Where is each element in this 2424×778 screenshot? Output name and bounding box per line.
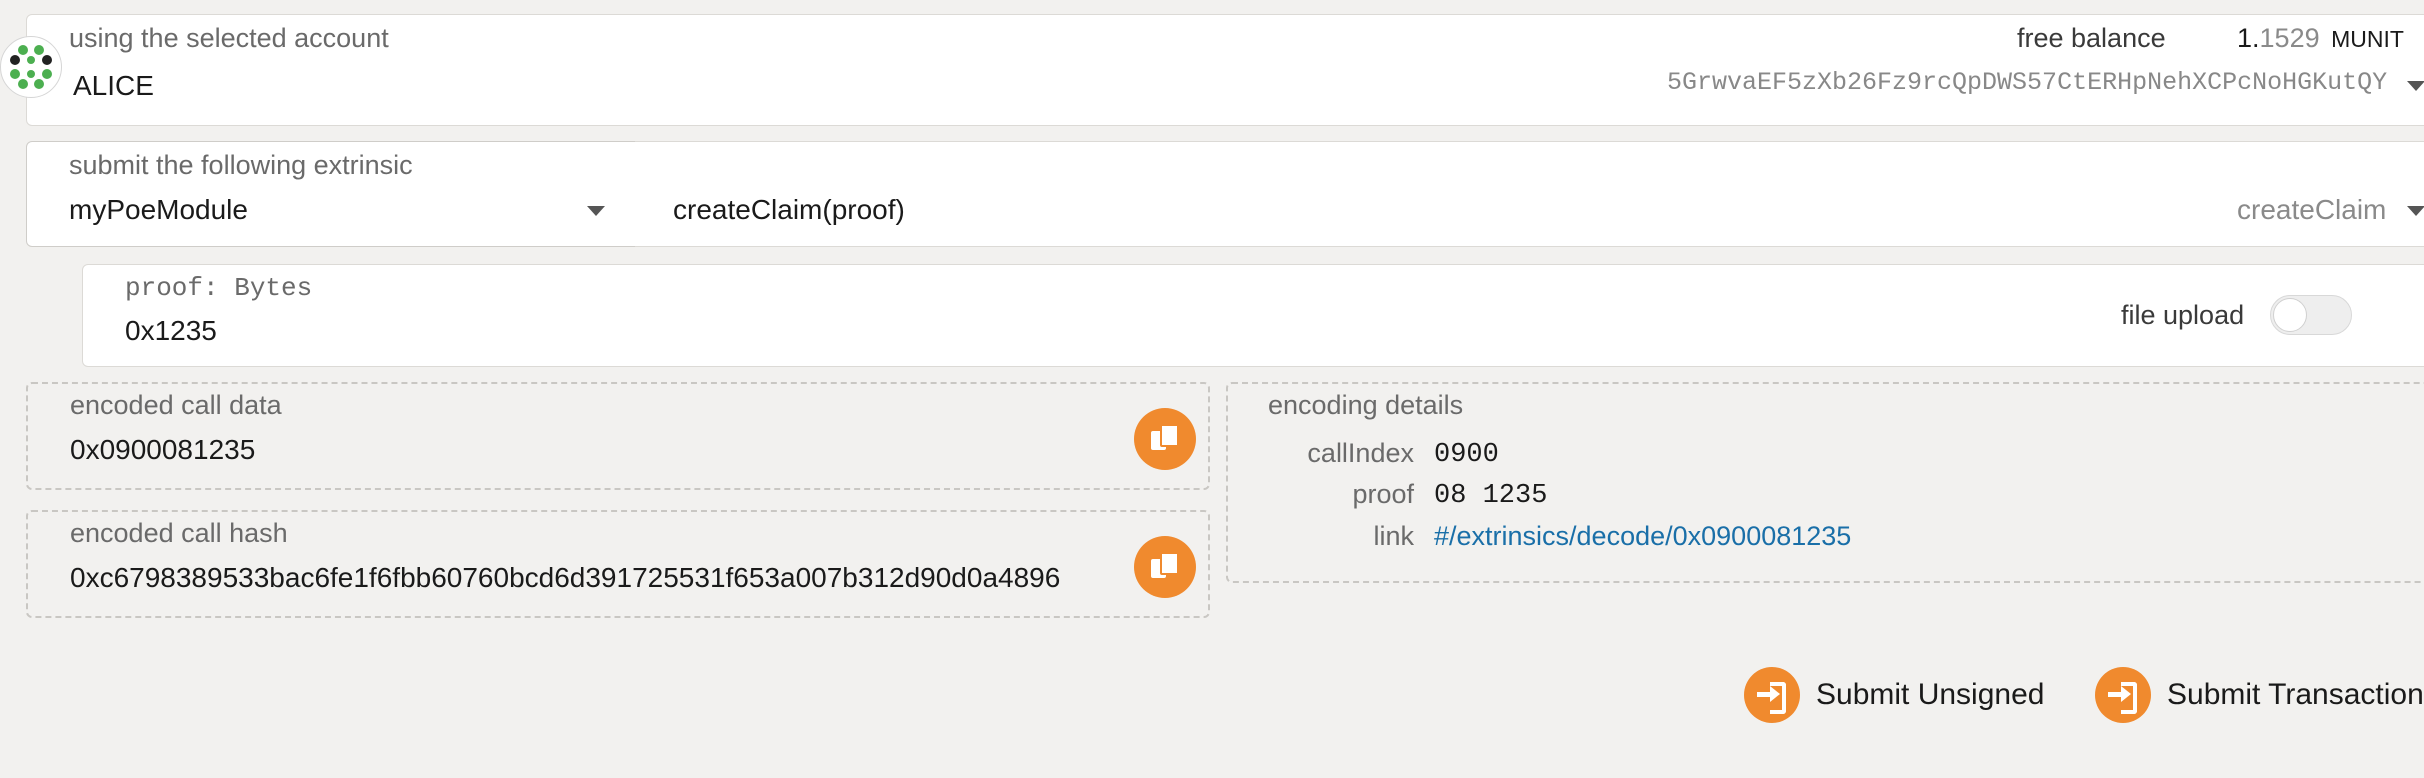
module-value: myPoeModule <box>69 194 248 225</box>
identicon-graphic <box>10 45 52 89</box>
detail-value-proof: 08 1235 <box>1434 481 1548 511</box>
copy-hash-button[interactable] <box>1134 536 1196 598</box>
param-value: 0x1235 <box>125 315 217 346</box>
sign-in-icon <box>1744 667 1800 723</box>
encoded-call-data-value: 0x0900081235 <box>70 434 256 465</box>
encoded-call-hash-value: 0xc6798389533bac6fe1f6fbb60760bcd6d39172… <box>70 562 1061 593</box>
account-chevron-down-icon[interactable] <box>2407 81 2424 91</box>
submit-unsigned-button[interactable]: Submit Unsigned <box>1744 660 2044 730</box>
encoded-call-data: encoded call data 0x0900081235 <box>26 382 1210 490</box>
free-balance-label: free balance <box>2017 23 2166 53</box>
free-balance-value: 1.1529 MUNIT <box>2237 23 2404 53</box>
decode-link[interactable]: #/extrinsics/decode/0x0900081235 <box>1434 521 1851 552</box>
call-chevron-down-icon <box>2407 206 2424 216</box>
submit-transaction-button[interactable]: Submit Transaction <box>2095 660 2424 730</box>
file-upload-toggle[interactable] <box>2270 295 2352 335</box>
encoded-call-data-label: encoded call data <box>70 390 282 420</box>
toggle-knob <box>2273 298 2307 332</box>
extrinsic-module-select[interactable]: submit the following extrinsic myPoeModu… <box>26 141 636 247</box>
submit-unsigned-label: Submit Unsigned <box>1816 678 2045 711</box>
encoding-details-label: encoding details <box>1268 390 1464 420</box>
detail-value-callindex: 0900 <box>1434 440 1499 470</box>
encoded-call-hash: encoded call hash 0xc6798389533bac6fe1f6… <box>26 510 1210 618</box>
call-value: createClaim(proof) <box>673 194 905 225</box>
file-upload-label: file upload <box>2121 300 2245 330</box>
sign-in-icon <box>2095 667 2151 723</box>
detail-key-link: link <box>1373 521 1414 551</box>
identicon <box>0 36 62 98</box>
module-chevron-down-icon <box>587 206 605 216</box>
account-address: 5GrwvaEF5zXb26Fz9rcQpDWS57CtERHpNehXCPcN… <box>1667 68 2388 97</box>
encoded-call-hash-label: encoded call hash <box>70 518 288 548</box>
extrinsic-call-select[interactable]: createClaim(proof) createClaim <box>635 141 2424 247</box>
account-name: ALICE <box>73 70 154 101</box>
account-selector[interactable]: using the selected account ALICE free ba… <box>26 14 2424 126</box>
detail-key-callindex: callIndex <box>1307 438 1414 468</box>
submit-transaction-label: Submit Transaction <box>2167 678 2424 711</box>
encoding-details: encoding details callIndex 0900 proof 08… <box>1226 382 2424 583</box>
detail-key-proof: proof <box>1352 479 1414 509</box>
copy-data-button[interactable] <box>1134 408 1196 470</box>
proof-param-input[interactable]: proof: Bytes 0x1235 file upload <box>82 264 2424 367</box>
param-label: proof: Bytes <box>125 273 313 303</box>
extrinsic-label: submit the following extrinsic <box>69 150 413 180</box>
account-label: using the selected account <box>69 23 389 53</box>
call-short-value: createClaim <box>2237 194 2387 225</box>
